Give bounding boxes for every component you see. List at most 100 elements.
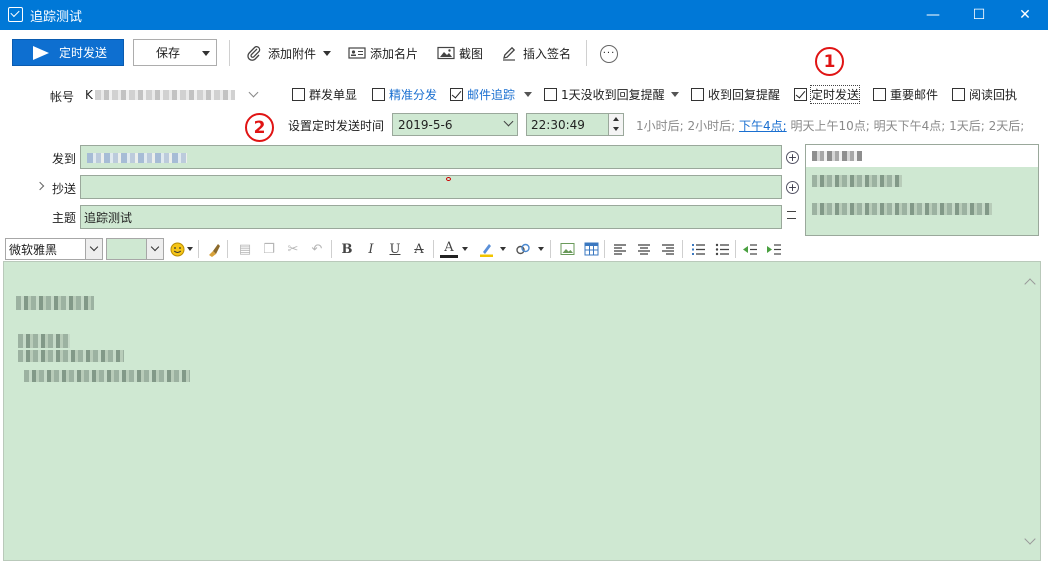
bulleted-list-icon[interactable]	[713, 240, 731, 258]
cursor-marker	[446, 177, 451, 181]
align-left-icon[interactable]	[611, 240, 629, 258]
insert-table-icon[interactable]	[582, 240, 600, 258]
checkbox[interactable]	[794, 87, 807, 101]
checkbox[interactable]	[691, 87, 704, 101]
option-important-mail[interactable]: 重要邮件	[873, 86, 938, 102]
option-no-reply-reminder[interactable]: 1天没收到回复提醒	[544, 86, 665, 102]
font-color-icon[interactable]: A	[440, 240, 458, 258]
format-painter-icon[interactable]	[205, 240, 223, 258]
underline-icon[interactable]: U	[386, 240, 404, 258]
numbered-list-icon[interactable]	[689, 240, 707, 258]
add-cc-icon[interactable]: +	[786, 181, 799, 194]
option-precise-distribution[interactable]: 精准分发	[372, 86, 437, 102]
schedule-time-input[interactable]: 22:30:49	[526, 113, 624, 136]
schedule-date-value: 2019-5-6	[398, 117, 453, 132]
checkbox[interactable]	[450, 87, 463, 101]
paste-icon[interactable]: ▤	[236, 240, 254, 258]
chevron-down-icon[interactable]	[202, 51, 210, 56]
redacted-recipient	[87, 153, 187, 163]
option-group-show-single[interactable]: 群发单显	[292, 86, 357, 102]
quick-time-4pm-link[interactable]: 下午4点;	[739, 119, 787, 133]
checkbox[interactable]	[952, 87, 965, 101]
save-button[interactable]: 保存	[133, 39, 217, 66]
quick-time-after[interactable]: 明天上午10点; 明天下午4点; 1天后; 2天后;	[791, 119, 1025, 133]
chevron-down-icon[interactable]	[146, 239, 163, 259]
chevron-down-icon[interactable]	[323, 50, 332, 56]
copy-icon[interactable]: ❐	[260, 240, 278, 258]
chevron-down-icon[interactable]	[85, 239, 102, 259]
chevron-right-icon[interactable]	[35, 181, 45, 191]
bold-icon[interactable]: B	[338, 240, 356, 258]
redacted-contact	[812, 151, 862, 161]
screenshot-button[interactable]: 截图	[437, 44, 483, 62]
option-mail-tracking[interactable]: 邮件追踪	[450, 86, 515, 102]
send-plane-icon	[33, 45, 49, 60]
font-size-select[interactable]	[106, 238, 164, 260]
schedule-date-picker[interactable]: 2019-5-6	[392, 113, 518, 136]
highlight-color-icon[interactable]	[477, 240, 495, 258]
close-button[interactable]: ✕	[1002, 0, 1048, 30]
undo-icon[interactable]: ↶	[308, 240, 326, 258]
decrease-indent-icon[interactable]	[741, 240, 759, 258]
option-reply-reminder[interactable]: 收到回复提醒	[691, 86, 780, 102]
subject-label: 主题	[52, 211, 77, 225]
account-selector[interactable]: K	[85, 88, 245, 102]
subject-options-icon[interactable]	[787, 211, 796, 219]
spin-down-icon[interactable]	[613, 127, 619, 131]
align-center-icon[interactable]	[635, 240, 653, 258]
add-recipient-icon[interactable]: +	[786, 151, 799, 164]
cut-icon[interactable]: ✂	[284, 240, 302, 258]
chevron-down-icon[interactable]	[524, 92, 532, 97]
scheduled-send-button[interactable]: 定时发送	[12, 39, 124, 66]
cc-label: 抄送	[52, 182, 77, 196]
redacted-body-text	[16, 296, 94, 310]
chevron-down-icon[interactable]	[538, 247, 544, 251]
chevron-down-icon[interactable]	[462, 247, 468, 251]
checkbox[interactable]	[873, 87, 886, 101]
chevron-down-icon[interactable]	[187, 247, 193, 251]
chevron-down-icon[interactable]	[500, 247, 506, 251]
message-body-editor[interactable]	[3, 261, 1041, 561]
option-label: 定时发送	[809, 84, 861, 104]
contact-panel[interactable]	[805, 144, 1039, 236]
subject-value: 追踪测试	[84, 210, 133, 225]
option-scheduled-send[interactable]: 定时发送	[794, 84, 861, 104]
quick-time-before[interactable]: 1小时后; 2小时后;	[636, 119, 735, 133]
toolbar-divider	[586, 40, 587, 66]
time-spinner[interactable]	[608, 114, 623, 135]
insert-signature-button[interactable]: 插入签名	[501, 44, 571, 62]
checkbox[interactable]	[292, 87, 305, 101]
chevron-down-icon[interactable]	[503, 116, 514, 127]
emoji-icon[interactable]	[168, 240, 186, 258]
mail-app-icon	[8, 7, 23, 22]
cc-field[interactable]	[80, 175, 782, 199]
strikethrough-icon[interactable]: A	[410, 240, 428, 258]
contact-card-icon	[348, 45, 366, 61]
more-options-button[interactable]: ···	[600, 45, 618, 63]
font-family-select[interactable]: 微软雅黑	[5, 238, 103, 260]
add-card-button[interactable]: 添加名片	[348, 44, 418, 62]
subject-field[interactable]: 追踪测试	[80, 205, 782, 229]
redacted-body-text	[24, 370, 190, 382]
format-divider	[550, 240, 551, 258]
option-label: 邮件追踪	[467, 87, 516, 102]
editor-scrollbar[interactable]	[1021, 262, 1040, 560]
insert-image-icon[interactable]	[558, 240, 576, 258]
annotation-marker-1: 1	[815, 47, 844, 76]
align-right-icon[interactable]	[659, 240, 677, 258]
spin-up-icon[interactable]	[613, 117, 619, 121]
minimize-button[interactable]: —	[910, 0, 956, 30]
chevron-down-icon[interactable]	[248, 87, 259, 98]
italic-icon[interactable]: I	[362, 240, 380, 258]
option-read-receipt[interactable]: 阅读回执	[952, 86, 1017, 102]
chevron-down-icon[interactable]	[671, 92, 679, 97]
maximize-button[interactable]: ☐	[956, 0, 1002, 30]
schedule-time-label: 设置定时发送时间	[288, 119, 385, 133]
to-field[interactable]	[80, 145, 782, 169]
increase-indent-icon[interactable]	[765, 240, 783, 258]
link-icon[interactable]	[514, 240, 532, 258]
checkbox[interactable]	[372, 87, 385, 101]
font-family-value: 微软雅黑	[9, 242, 58, 257]
add-attachment-button[interactable]: 添加附件	[246, 44, 332, 62]
checkbox[interactable]	[544, 87, 557, 101]
